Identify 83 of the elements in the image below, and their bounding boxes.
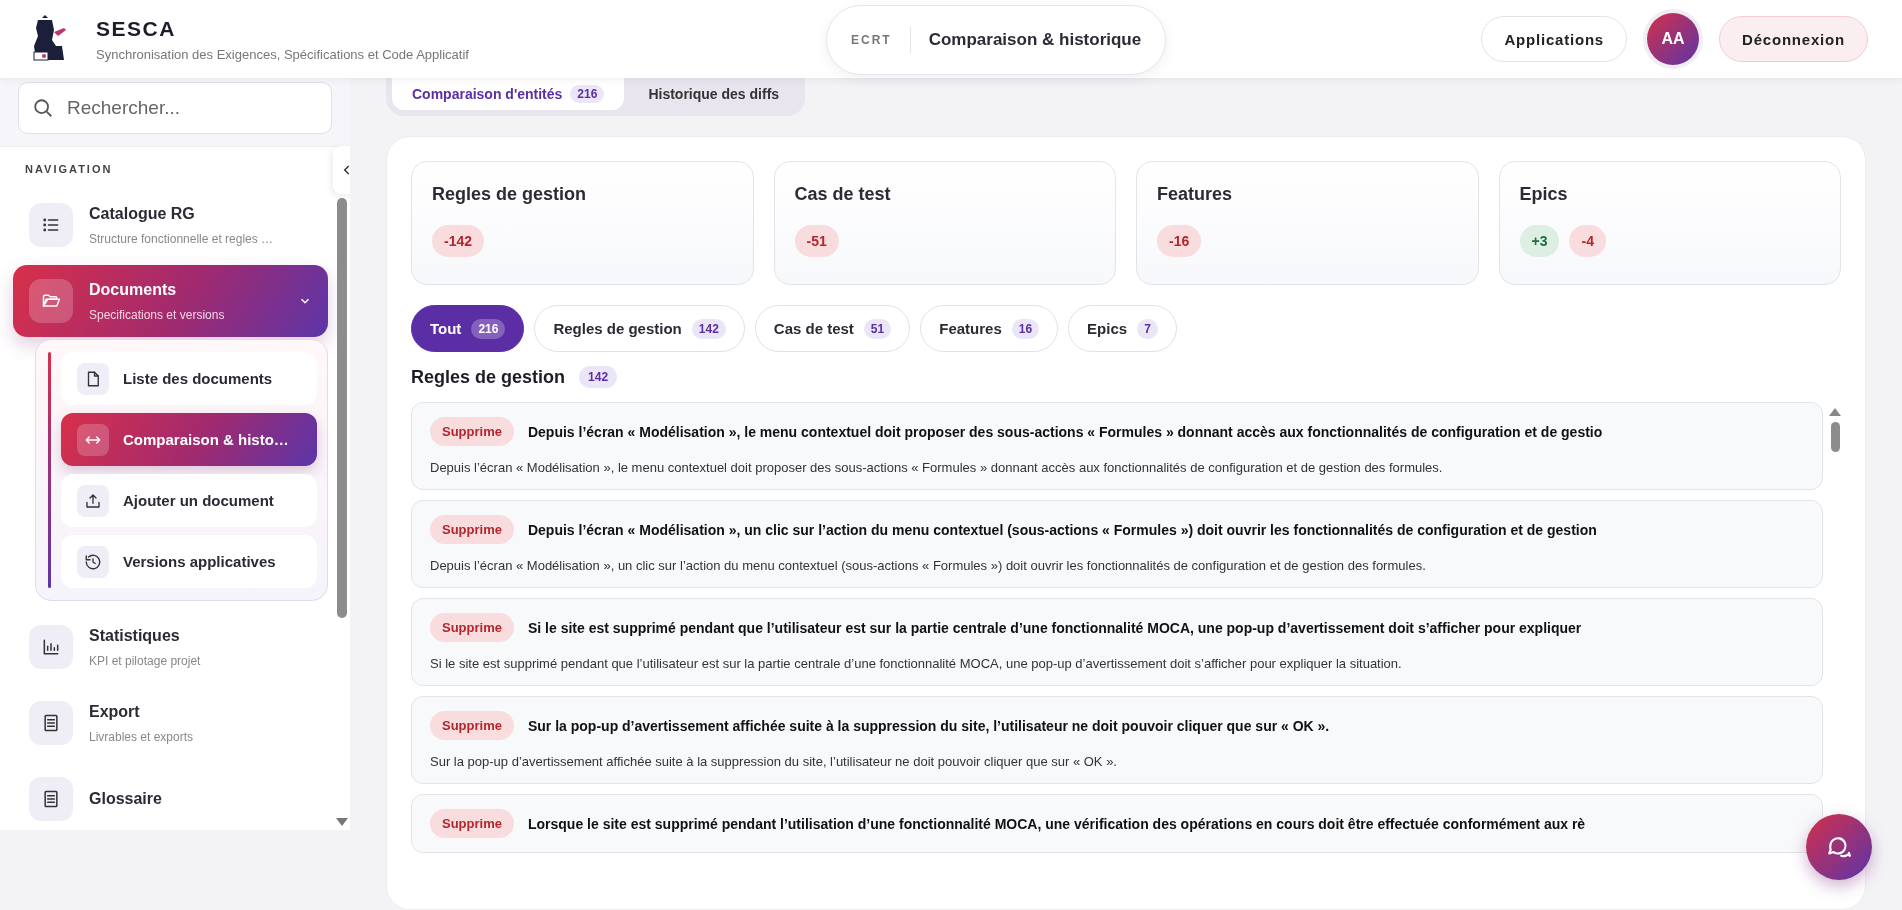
status-badge: Supprime: [430, 515, 514, 544]
breadcrumb-page: Comparaison & historique: [928, 30, 1142, 50]
nav-item[interactable]: Catalogue RG Structure fonctionnelle et regles …: [13, 189, 328, 261]
filter-chip[interactable]: Regles de gestion 142: [534, 305, 745, 352]
history-icon: [84, 552, 102, 571]
filter-chip[interactable]: Tout 216: [411, 305, 525, 352]
status-badge: Supprime: [430, 613, 514, 642]
delta-badge: -51: [794, 225, 839, 257]
logout-button[interactable]: Déconnexion: [1719, 16, 1868, 62]
scrollbar-thumb[interactable]: [336, 198, 347, 618]
scroll-down-arrow[interactable]: [335, 818, 348, 826]
submenu-item[interactable]: Liste des documents: [61, 352, 317, 405]
stat-title: Cas de test: [794, 184, 892, 205]
rule-card[interactable]: Supprime Lorsque le site est supprimé pendant l’utilisation d’une fonctionnalité MOCA, une vérification des opérations en cours doit être effectuée conformément aux rè: [411, 794, 1823, 853]
rule-card[interactable]: [411, 500, 1823, 588]
nav-item-label: Catalogue RG: [89, 204, 196, 223]
status-badge: Supprime: [430, 809, 514, 838]
rule-description: Depuis l’écran « Modélisation », le menu contextuel doit proposer des sous-actions « Formules » donnant accès aux fonctionnalités de configuration et de gestion des formules.: [430, 460, 1444, 475]
rule-title: Lorsque le site est supprimé pendant l’utilisation d’une fonctionnalité MOCA, une vérification des opérations en cours doit être effectuée conformément aux rè: [527, 815, 1586, 832]
submenu-item-label: Comparaison & histo…: [123, 431, 289, 448]
upload-icon: [84, 491, 102, 510]
nav-item[interactable]: Glossaire: [13, 763, 328, 830]
nav-item-subtitle: Structure fonctionnelle et regles …: [89, 231, 275, 246]
delta-badge: -4: [1569, 225, 1606, 257]
nav-item-subtitle: Livrables et exports: [89, 729, 195, 744]
bar-chart-icon: [41, 637, 61, 657]
count-badge: 16: [1011, 318, 1040, 339]
chat-icon: [1826, 834, 1852, 860]
submenu-item[interactable]: Versions applicatives: [61, 535, 317, 588]
tab[interactable]: Comparaison d'entités 216: [392, 78, 625, 110]
nav-item[interactable]: Statistiques KPI et pilotage projet: [13, 611, 328, 683]
document-icon: [41, 789, 61, 809]
status-badge: Supprime: [430, 417, 514, 446]
stat-title: Features: [1157, 184, 1234, 205]
nav-heading: NAVIGATION: [24, 163, 114, 175]
count-badge: 216: [471, 318, 506, 339]
delta-badge: -16: [1157, 225, 1202, 257]
submenu-item-label: Ajouter un document: [123, 492, 274, 509]
nav-item[interactable]: Export Livrables et exports: [13, 687, 328, 759]
stat-title: Epics: [1519, 184, 1569, 205]
applications-button[interactable]: Applications: [1481, 16, 1627, 62]
nav-item-subtitle: Specifications et versions: [89, 307, 226, 322]
rule-description: Sur la pop-up d’avertissement affichée suite à la suppression du site, l’utilisateur ne doit pouvoir cliquer que sur « OK ».: [430, 754, 1118, 769]
filter-chip[interactable]: Features 16: [920, 305, 1059, 352]
nav-item-subtitle: KPI et pilotage projet: [89, 653, 202, 668]
nav-item-label: Export: [89, 702, 141, 721]
delta-badge: +3: [1519, 225, 1560, 257]
nav-item-label: Glossaire: [89, 790, 163, 808]
rule-description: Depuis l’écran « Modélisation », un clic sur l’action du menu contextuel (sous-actions « Formules ») doit ouvrir les fonctionnalités de configuration et de gestion des formules.: [430, 558, 1427, 573]
nav-item-label: Statistiques: [89, 626, 181, 645]
rule-title: Sur la pop-up d’avertissement affichée suite à la suppression du site, l’utilisateur ne doit pouvoir cliquer que sur « OK ».: [527, 717, 1330, 734]
section-title: Regles de gestion: [411, 366, 566, 388]
rule-title: Si le site est supprimé pendant que l’utilisateur est sur la partie centrale d’une fonctionnalité MOCA, une pop-up d’avertissement doit s’afficher pour expliquer: [527, 619, 1582, 636]
rule-card[interactable]: [411, 402, 1823, 490]
count-badge: 51: [863, 318, 892, 339]
tab[interactable]: Historique des diffs: [628, 78, 800, 110]
rule-title: Depuis l’écran « Modélisation », un clic sur l’action du menu contextuel (sous-actions « Formules ») doit ouvrir les fonctionnalités de configuration et de gestion: [527, 521, 1597, 538]
count-badge: 7: [1137, 318, 1158, 339]
avatar[interactable]: AA: [1647, 13, 1699, 65]
stat-title: Regles de gestion: [432, 184, 588, 205]
rule-card[interactable]: [411, 598, 1823, 686]
submenu-item-label: Liste des documents: [123, 370, 273, 387]
submenu-item-label: Versions applicatives: [123, 553, 276, 570]
count-badge: 142: [691, 318, 726, 339]
submenu-item[interactable]: Comparaison & histo…: [61, 413, 317, 466]
app-name: SESCA: [96, 16, 177, 41]
rule-card[interactable]: [411, 696, 1823, 784]
count-badge: 142: [579, 366, 618, 388]
submenu-item[interactable]: Ajouter un document: [61, 474, 317, 527]
status-badge: Supprime: [430, 711, 514, 740]
rule-title: Depuis l’écran « Modélisation », le menu contextuel doit proposer des sous-actions « Formules » donnant accès aux fonctionnalités de configuration et de gestio: [527, 423, 1603, 440]
app-subtitle: Synchronisation des Exigences, Spécifications et Code Applicatif: [96, 46, 469, 62]
rule-description: Si le site est supprimé pendant que l’utilisateur est sur la partie centrale d’une fonctionnalité MOCA, une pop-up d’avertissement doit s’afficher pour expliquer la situation.: [430, 656, 1403, 671]
nav-item[interactable]: Documents Specifications et versions: [13, 265, 328, 337]
nav-item-label: Documents: [89, 280, 178, 299]
document-icon: [41, 713, 61, 733]
filter-chip[interactable]: Epics 7: [1068, 305, 1177, 352]
delta-badge: -142: [432, 225, 485, 257]
count-badge: 216: [570, 85, 605, 103]
filter-chip[interactable]: Cas de test 51: [754, 305, 911, 352]
scrollbar-thumb[interactable]: [1830, 422, 1840, 452]
breadcrumb-section[interactable]: ECRT: [851, 33, 892, 47]
search-field[interactable]: Rechercher...: [18, 82, 332, 134]
